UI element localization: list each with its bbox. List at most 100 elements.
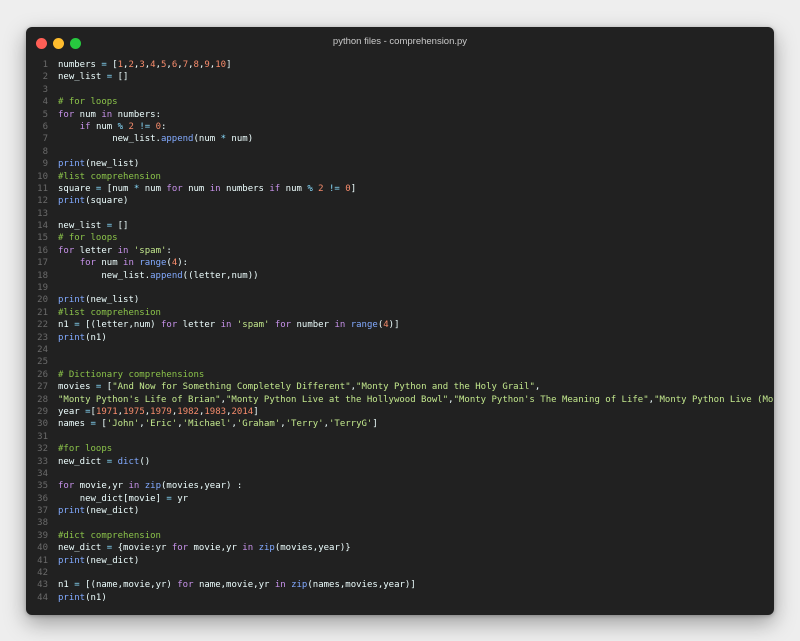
code-line[interactable]: 42 <box>26 567 774 579</box>
code-line[interactable]: 10 #list comprehension <box>26 171 774 183</box>
line-number: 28 <box>37 394 48 405</box>
code-line[interactable]: 3 <box>26 84 774 96</box>
code-token: 1971 <box>95 406 118 417</box>
code-line[interactable]: 16 for letter in 'spam': <box>26 245 774 257</box>
code-line[interactable]: 29 year =[1971,1975,1979,1982,1983,2014] <box>26 406 774 418</box>
code-token: n1 <box>58 580 69 591</box>
line-number: 7 <box>42 134 48 145</box>
code-text: #dict comprehension <box>48 530 161 542</box>
code-line[interactable]: 40 new_dict = {movie:yr for movie,yr in z… <box>26 542 774 554</box>
code-token: #dict comprehension <box>58 530 161 541</box>
code-token: print <box>58 295 86 306</box>
code-line[interactable]: 32 #for loops <box>26 443 774 455</box>
code-line[interactable]: 5 for num in numbers: <box>26 109 774 121</box>
code-line[interactable]: 39 #dict comprehension <box>26 530 774 542</box>
code-text: "Monty Python's Life of Brian","Monty Py… <box>48 394 774 406</box>
code-text: for letter in 'spam': <box>48 245 172 257</box>
code-line[interactable]: 4 # for loops <box>26 96 774 108</box>
code-token: year <box>58 406 80 417</box>
code-line[interactable]: 22 n1 = [(letter,num) for letter in 'spam… <box>26 319 774 331</box>
code-line[interactable]: 34 <box>26 468 774 480</box>
code-token: num <box>280 183 308 194</box>
code-line[interactable]: 44 print(n1) <box>26 592 774 604</box>
code-line[interactable]: 14 new_list = [] <box>26 220 774 232</box>
code-text: n1 = [(letter,num) for letter in 'spam' … <box>48 319 400 331</box>
code-line[interactable]: 7 new_list.append(num * num) <box>26 133 774 145</box>
line-number: 6 <box>42 121 48 132</box>
code-editor[interactable]: 1 numbers = [1,2,3,4,5,6,7,8,9,10] 2 new_li… <box>26 59 774 604</box>
code-line[interactable]: 18 new_list.append((letter,num)) <box>26 270 774 282</box>
code-text: print(n1) <box>48 332 107 344</box>
code-token: "Monty Python Live at the Hollywood Bowl… <box>225 394 449 405</box>
code-token: num <box>231 270 248 281</box>
code-line[interactable]: 11 square = [num * num for num in numbers… <box>26 183 774 195</box>
code-line[interactable]: 15 # for loops <box>26 232 774 244</box>
code-text: print(new_dict) <box>48 555 139 567</box>
code-line[interactable]: 12 print(square) <box>26 195 774 207</box>
code-line[interactable]: 17 for num in range(4): <box>26 257 774 269</box>
code-line[interactable]: 2 new_list = [] <box>26 71 774 83</box>
code-line[interactable]: 41 print(new_dict) <box>26 555 774 567</box>
line-number: 9 <box>42 159 48 170</box>
code-token: = <box>85 419 102 430</box>
code-token: #list comprehension <box>58 171 161 182</box>
code-line[interactable]: 19 <box>26 282 774 294</box>
code-token: in <box>334 320 346 331</box>
code-token: for <box>171 543 189 554</box>
code-line[interactable]: 20 print(new_list) <box>26 294 774 306</box>
code-text: for movie,yr in zip(movies,year) : <box>48 480 242 492</box>
code-token: yr <box>155 543 172 554</box>
code-line[interactable]: 30 names = ['John','Eric','Michael','Grah… <box>26 418 774 430</box>
code-text: print(new_list) <box>48 294 139 306</box>
code-token: ) <box>150 320 161 331</box>
code-line[interactable]: 23 print(n1) <box>26 332 774 344</box>
code-token: #for loops <box>58 444 113 455</box>
code-token: 'TerryG' <box>329 419 373 430</box>
code-token: = <box>79 406 91 417</box>
line-number: 37 <box>37 506 48 517</box>
code-line[interactable]: 6 if num % 2 != 0: <box>26 121 774 133</box>
code-line[interactable]: 37 print(new_dict) <box>26 505 774 517</box>
window-title: python files - comprehension.py <box>332 36 468 47</box>
code-token: = <box>101 543 118 554</box>
line-number: 34 <box>37 468 48 479</box>
code-line[interactable]: 26 # Dictionary comprehensions <box>26 369 774 381</box>
code-line[interactable]: 25 <box>26 356 774 368</box>
code-token: new_dict <box>90 555 134 566</box>
code-token: num <box>90 121 118 132</box>
code-line[interactable]: 36 new_dict[movie] = yr <box>26 493 774 505</box>
code-text: new_dict = {movie:yr for movie,yr in zip… <box>48 542 351 554</box>
code-line[interactable]: 31 <box>26 431 774 443</box>
code-line[interactable]: 38 <box>26 517 774 529</box>
code-token: num <box>95 258 124 269</box>
code-token: ] <box>350 183 357 194</box>
code-line[interactable]: 27 movies = ["And Now for Something Compl… <box>26 381 774 393</box>
code-line[interactable]: 8 <box>26 146 774 158</box>
code-token: print <box>58 555 86 566</box>
code-token: = <box>68 320 86 331</box>
code-line[interactable]: 33 new_dict = dict() <box>26 456 774 468</box>
code-token: movie <box>123 543 151 554</box>
code-line[interactable]: 28 "Monty Python's Life of Brian","Monty … <box>26 394 774 406</box>
line-number: 12 <box>37 196 48 207</box>
line-number: 38 <box>37 518 48 529</box>
code-token: new_dict <box>58 543 102 554</box>
code-line[interactable]: 35 for movie,yr in zip(movies,year) : <box>26 480 774 492</box>
code-line[interactable]: 43 n1 = [(name,movie,yr) for name,movie,y… <box>26 579 774 591</box>
code-token: [] <box>117 72 129 83</box>
code-text: new_list = [] <box>48 71 128 83</box>
code-line[interactable]: 13 <box>26 208 774 220</box>
code-text: for num in numbers: <box>48 109 161 121</box>
line-number: 25 <box>37 357 48 368</box>
code-line[interactable]: 21 #list comprehension <box>26 307 774 319</box>
code-line[interactable]: 24 <box>26 344 774 356</box>
code-token: new_list <box>58 72 102 83</box>
code-token: = <box>160 493 178 504</box>
code-token: letter <box>177 320 221 331</box>
code-token: print <box>58 159 86 170</box>
code-line[interactable]: 9 print(new_list) <box>26 158 774 170</box>
code-line[interactable]: 1 numbers = [1,2,3,4,5,6,7,8,9,10] <box>26 59 774 71</box>
code-token: yr <box>177 493 189 504</box>
